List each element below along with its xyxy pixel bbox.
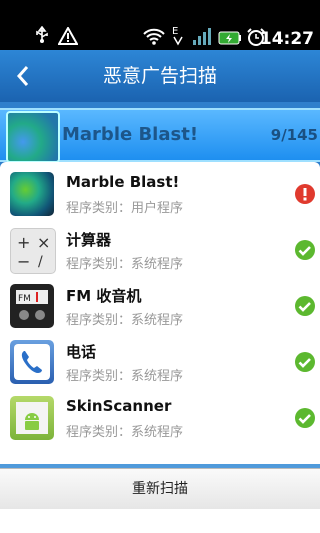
app-name: FM 收音机 xyxy=(66,287,142,305)
scanning-app-name: Marble Blast! xyxy=(62,124,199,145)
list-item[interactable]: FM FM 收音机 程序类别：系统程序 xyxy=(0,278,320,334)
app-type: 程序类别：系统程序 xyxy=(66,313,184,328)
app-name: SkinScanner xyxy=(66,397,172,415)
title-bar: 恶意广告扫描 xyxy=(0,50,320,102)
check-status-icon xyxy=(295,240,315,260)
app-name: 电话 xyxy=(66,343,97,361)
data-e-icon: E xyxy=(170,24,186,50)
list-item[interactable]: Marble Blast! 程序类别：用户程序 xyxy=(0,166,320,222)
app-type: 程序类别：系统程序 xyxy=(66,369,184,384)
app-name: Marble Blast! xyxy=(66,173,180,191)
list-item[interactable]: + × − / 计算器 程序类别：系统程序 xyxy=(0,222,320,278)
svg-text:+: + xyxy=(17,233,30,252)
marble-blast-icon xyxy=(6,111,60,163)
warning-status-icon xyxy=(295,184,315,204)
marble-blast-icon xyxy=(10,172,54,216)
calculator-icon: + × − / xyxy=(10,228,56,274)
app-type: 程序类别：系统程序 xyxy=(66,425,184,440)
check-status-icon xyxy=(295,296,315,316)
rescan-button[interactable]: 重新扫描 xyxy=(0,468,320,510)
status-time: 14:27 xyxy=(259,29,314,49)
svg-text:/: / xyxy=(38,254,43,270)
check-status-icon xyxy=(295,408,315,428)
svg-text:×: × xyxy=(37,233,50,252)
status-bar: E 14:27 xyxy=(0,0,320,50)
warning-icon xyxy=(57,25,79,49)
bottom-area xyxy=(0,509,320,533)
phone-icon xyxy=(10,340,54,384)
svg-text:FM: FM xyxy=(18,294,31,304)
fm-radio-icon: FM xyxy=(10,284,54,328)
check-status-icon xyxy=(295,352,315,372)
app-name: 计算器 xyxy=(66,231,112,249)
page-title: 恶意广告扫描 xyxy=(102,65,217,87)
scan-progress-strip: Marble Blast! 9/145 xyxy=(0,108,320,163)
scan-progress-count: 9/145 xyxy=(270,126,318,144)
android-app-icon xyxy=(10,396,54,440)
wifi-icon xyxy=(142,27,166,49)
app-type: 程序类别：用户程序 xyxy=(66,201,184,216)
svg-text:E: E xyxy=(172,26,178,37)
usb-icon xyxy=(34,25,50,48)
svg-text:−: − xyxy=(17,252,30,271)
battery-icon xyxy=(218,30,242,49)
app-type: 程序类别：系统程序 xyxy=(66,257,184,272)
list-item[interactable]: 电话 程序类别：系统程序 xyxy=(0,334,320,390)
app-list: Marble Blast! 程序类别：用户程序 + × − / 计算器 程序类别：系统… xyxy=(0,162,320,464)
signal-icon xyxy=(192,26,214,50)
list-item[interactable]: SkinScanner 程序类别：系统程序 xyxy=(0,390,320,446)
